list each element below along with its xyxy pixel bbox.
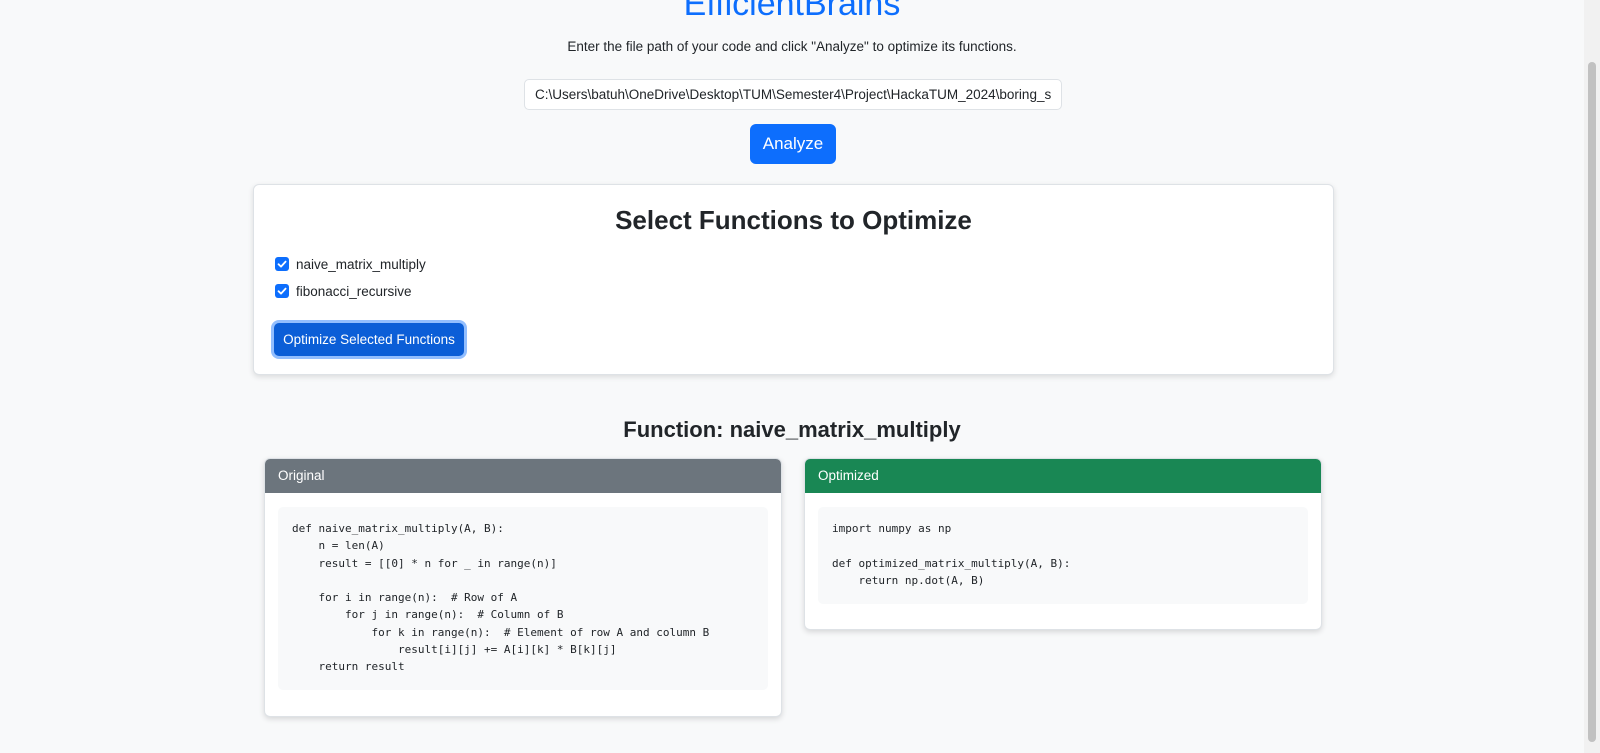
checkbox-checked-icon[interactable] — [275, 257, 289, 271]
select-functions-card: Select Functions to Optimize naive_matri… — [253, 184, 1334, 375]
original-card-header: Original — [265, 459, 781, 493]
app-title: EfficientBrains — [683, 0, 901, 23]
select-functions-title: Select Functions to Optimize — [615, 205, 972, 235]
function-option-fibonacci-recursive[interactable]: fibonacci_recursive — [275, 281, 412, 301]
instructions-text: Enter the file path of your code and cli… — [567, 39, 1017, 54]
optimize-selected-button[interactable]: Optimize Selected Functions — [274, 323, 464, 356]
function-result-heading: Function: naive_matrix_multiply — [623, 417, 961, 442]
scrollbar-thumb[interactable] — [1588, 62, 1596, 742]
function-label: fibonacci_recursive — [296, 283, 412, 299]
optimized-code-card: Optimized import numpy as np def optimiz… — [804, 458, 1322, 630]
page: EfficientBrains Enter the file path of y… — [0, 0, 1584, 753]
file-path-input[interactable] — [524, 79, 1062, 110]
checkbox-checked-icon[interactable] — [275, 284, 289, 298]
function-option-naive-matrix-multiply[interactable]: naive_matrix_multiply — [275, 254, 426, 274]
optimized-card-header: Optimized — [805, 459, 1321, 493]
original-code-card: Original def naive_matrix_multiply(A, B)… — [264, 458, 782, 717]
function-label: naive_matrix_multiply — [296, 256, 426, 272]
analyze-button[interactable]: Analyze — [750, 124, 836, 164]
original-code-block: def naive_matrix_multiply(A, B): n = len… — [278, 507, 768, 690]
vertical-scrollbar[interactable] — [1584, 0, 1600, 753]
optimized-code-block: import numpy as np def optimized_matrix_… — [818, 507, 1308, 604]
